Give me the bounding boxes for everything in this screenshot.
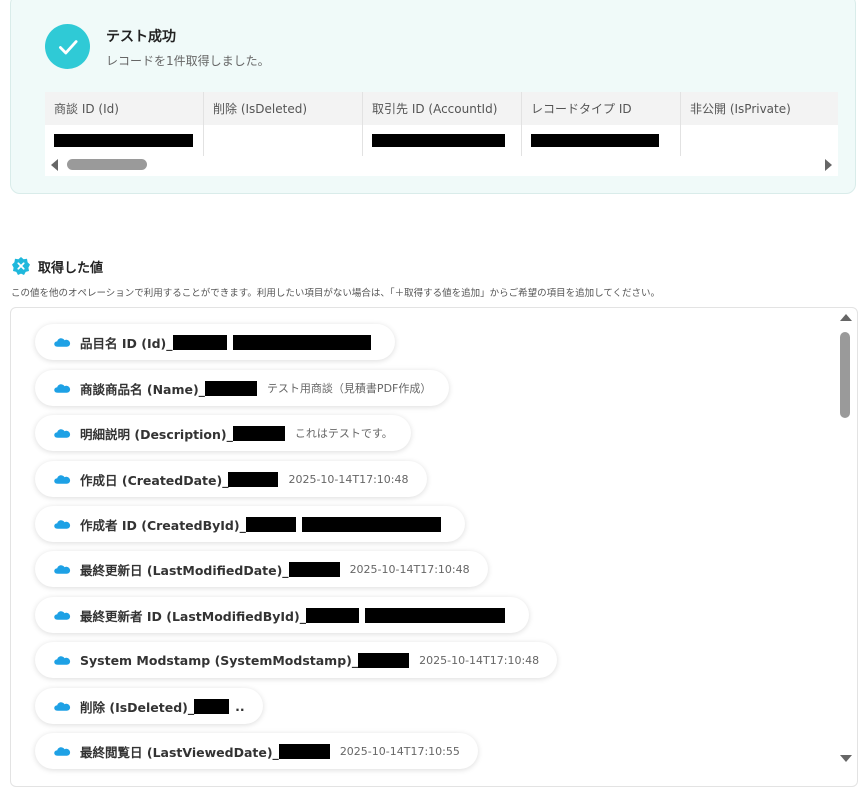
- value-text: テスト用商談（見積書PDF作成）: [266, 382, 432, 395]
- value-text: 2025-10-14T17:10:55: [339, 744, 460, 758]
- scroll-thumb[interactable]: [840, 332, 850, 418]
- table-cell: [204, 125, 363, 156]
- acquired-value-item[interactable]: 商談商品名 (Name)_ テスト用商談（見積書PDF作成）: [35, 370, 450, 406]
- value-label: 削除 (IsDeleted)_: [80, 699, 195, 715]
- table-header-cell: 商談 ID (Id): [45, 92, 204, 125]
- redacted-id: [278, 743, 330, 759]
- value-label: 明細説明 (Description)_: [80, 426, 233, 442]
- scroll-down-icon[interactable]: [840, 755, 852, 762]
- redacted-value: [54, 134, 193, 147]
- salesforce-cloud-icon: [54, 747, 71, 756]
- salesforce-cloud-icon: [54, 429, 71, 438]
- redacted-value: [372, 134, 505, 147]
- scroll-right-icon[interactable]: [825, 159, 832, 171]
- value-label: 最終更新者 ID (LastModifiedById)_: [80, 608, 306, 624]
- salesforce-cloud-icon: [54, 565, 71, 574]
- table-header-cell: 非公開 (IsPrivate): [690, 102, 791, 116]
- salesforce-cloud-icon: [54, 611, 71, 620]
- acquired-value-item[interactable]: 品目名 ID (Id)_: [35, 324, 395, 360]
- redacted-id: [172, 334, 227, 350]
- salesforce-cloud-icon: [54, 520, 71, 529]
- table-cell: [522, 125, 681, 156]
- acquired-values-heading: 取得した値: [11, 256, 103, 276]
- table-row: [45, 125, 838, 156]
- badge-x-icon: [12, 257, 30, 275]
- value-text: 2025-10-14T17:10:48: [419, 653, 540, 667]
- redacted-id: [358, 652, 410, 668]
- acquired-value-item[interactable]: 最終更新日 (LastModifiedDate)_ 2025-10-14T17:1…: [35, 551, 488, 587]
- redacted-id: [305, 607, 359, 623]
- table-header-cell: 削除 (IsDeleted): [204, 92, 363, 125]
- table-header-cell: レコードタイプ ID: [522, 92, 681, 125]
- acquired-values-panel: 品目名 ID (Id)_ 商談商品名 (Name)_ テスト用商談（見積書PDF作成…: [10, 307, 858, 787]
- success-subtitle: レコードを1件取得しました。: [106, 54, 270, 68]
- horizontal-scrollbar[interactable]: [45, 156, 838, 176]
- redacted-id: [228, 471, 279, 487]
- salesforce-cloud-icon: [54, 338, 71, 347]
- acquired-value-item[interactable]: 作成者 ID (CreatedById)_: [35, 506, 465, 542]
- salesforce-cloud-icon: [54, 656, 71, 665]
- acquired-values-title: 取得した値: [38, 260, 104, 276]
- result-table: 商談 ID (Id) 削除 (IsDeleted) 取引先 ID (Accoun…: [45, 92, 838, 176]
- acquired-value-item[interactable]: 最終更新者 ID (LastModifiedById)_: [35, 597, 529, 633]
- table-header-row: 商談 ID (Id) 削除 (IsDeleted) 取引先 ID (Accoun…: [45, 92, 838, 125]
- value-label: 最終更新日 (LastModifiedDate)_: [80, 562, 289, 578]
- scroll-thumb[interactable]: [67, 159, 147, 170]
- acquired-values-description: この値を他のオペレーションで利用することができます。利用したい項目がない場合は、…: [11, 288, 661, 299]
- value-label: 品目名 ID (Id)_: [80, 335, 173, 351]
- salesforce-cloud-icon: [54, 702, 71, 711]
- acquired-value-item[interactable]: System Modstamp (SystemModstamp)_ 2025-10…: [35, 642, 558, 678]
- success-title: テスト成功: [106, 29, 176, 45]
- table-header-cell: 取引先 ID (AccountId): [363, 92, 522, 125]
- value-label: 作成者 ID (CreatedById)_: [80, 517, 246, 533]
- acquired-value-item[interactable]: 削除 (IsDeleted)_..: [35, 688, 263, 724]
- scroll-left-icon[interactable]: [51, 159, 58, 171]
- vertical-scrollbar[interactable]: [839, 312, 853, 762]
- scroll-up-icon[interactable]: [840, 314, 852, 321]
- value-text: これはテストです。: [294, 427, 393, 440]
- redacted-id: [232, 425, 285, 441]
- value-suffix: ..: [235, 698, 245, 714]
- redacted-id: [288, 561, 340, 577]
- value-label: 商談商品名 (Name)_: [80, 381, 205, 397]
- table-cell: [363, 125, 522, 156]
- redacted-id: [204, 380, 257, 396]
- acquired-value-item[interactable]: 明細説明 (Description)_ これはテストです。: [35, 415, 411, 451]
- redacted-value: [232, 334, 371, 350]
- redacted-id: [194, 698, 230, 714]
- value-text: 2025-10-14T17:10:48: [349, 562, 470, 576]
- acquired-value-item[interactable]: 最終閲覧日 (LastViewedDate)_ 2025-10-14T17:10:…: [35, 733, 478, 769]
- value-label: System Modstamp (SystemModstamp)_: [80, 652, 359, 668]
- redacted-value: [301, 516, 441, 532]
- redacted-id: [245, 516, 296, 532]
- table-cell: [45, 125, 204, 156]
- redacted-value: [531, 134, 659, 147]
- value-label: 作成日 (CreatedDate)_: [80, 472, 229, 488]
- value-label: 最終閲覧日 (LastViewedDate)_: [80, 744, 279, 760]
- table-cell: [681, 125, 838, 156]
- salesforce-cloud-icon: [54, 475, 71, 484]
- salesforce-cloud-icon: [54, 384, 71, 393]
- check-icon: [45, 24, 90, 69]
- redacted-value: [364, 607, 505, 623]
- acquired-value-item[interactable]: 作成日 (CreatedDate)_ 2025-10-14T17:10:48: [35, 461, 427, 497]
- value-text: 2025-10-14T17:10:48: [288, 472, 409, 486]
